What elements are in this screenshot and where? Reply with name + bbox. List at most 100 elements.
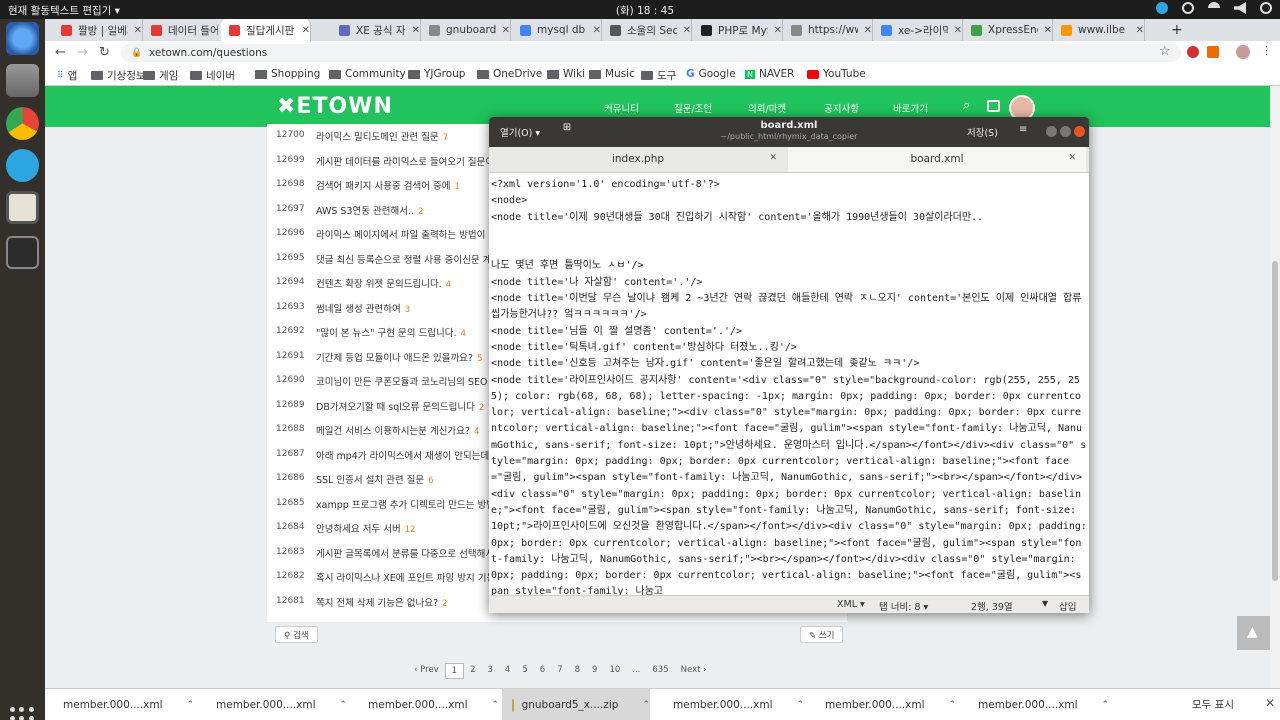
bookmark-13[interactable]: YouTube	[807, 68, 866, 80]
terminal-icon[interactable]	[6, 236, 39, 269]
tab-close-icon[interactable]: ✕	[502, 25, 510, 36]
bookmark-5[interactable]: Community	[329, 68, 406, 80]
row-title[interactable]: 코미님이 만든 쿠폰모듈과 코노리님의 SEO P	[316, 374, 496, 388]
browser-tab[interactable]: PHP로 MySQL ✕	[693, 19, 783, 41]
row-title[interactable]: 댓글 최신 등록순으로 정렬 사용 중이신문 계신	[316, 252, 500, 266]
bookmark-0[interactable]: ⠿ 앱	[57, 68, 77, 83]
tab-board-xml[interactable]: board.xml ✕	[788, 147, 1086, 172]
bookmark-12[interactable]: N NAVER	[745, 68, 794, 80]
row-title[interactable]: 아래 mp4가 라이믹스에서 재생이 안되는데 이	[316, 448, 501, 462]
page-link[interactable]: 10	[603, 663, 626, 679]
download-item[interactable]: member.000....xml ⌃	[350, 689, 499, 720]
text-editor-icon[interactable]	[6, 191, 39, 224]
back-icon[interactable]: ←	[55, 45, 66, 60]
chrome-icon[interactable]	[6, 107, 39, 140]
page-link[interactable]: 6	[534, 663, 551, 679]
scroll-top-button[interactable]: ▲	[1237, 616, 1270, 650]
nav-market[interactable]: 의뢰/마켓	[748, 101, 786, 115]
page-link[interactable]: 1	[444, 663, 465, 679]
thunderbird-icon[interactable]	[6, 22, 39, 55]
nav-notice[interactable]: 공지사항	[824, 101, 859, 115]
tab-index-php[interactable]: index.php ✕	[489, 147, 787, 172]
page-scrollbar[interactable]	[1270, 86, 1280, 688]
menu-dots-icon[interactable]: ⋮	[1261, 44, 1272, 57]
files-icon[interactable]	[6, 64, 39, 97]
bookmark-4[interactable]: Shopping	[255, 68, 320, 80]
tab-close-icon[interactable]: ✕	[683, 25, 691, 36]
nav-shortcut[interactable]: 바로가기	[893, 101, 928, 115]
hamburger-menu-icon[interactable]: ≡	[1019, 124, 1027, 135]
clock[interactable]: (화) 18 : 45	[600, 3, 690, 18]
address-bar[interactable]: 🔒 xetown.com/questions	[121, 44, 1181, 62]
language-selector[interactable]: XML ▾	[837, 599, 865, 610]
row-title[interactable]: 게시판 글목록에서 분류를 다중으로 선택해서	[316, 546, 494, 560]
scrollbar-thumb[interactable]	[1272, 261, 1278, 581]
bookmark-8[interactable]: Wiki	[547, 68, 585, 80]
tab-close-icon[interactable]: ✕	[593, 25, 601, 36]
browser-tab[interactable]: XpressEngine ✕	[963, 19, 1053, 41]
chevron-up-icon[interactable]: ⌃	[339, 700, 347, 710]
telegram-dock-icon[interactable]	[6, 149, 39, 182]
profile-avatar[interactable]	[1236, 45, 1250, 59]
tab-close-icon[interactable]: ✕	[134, 25, 142, 36]
row-title[interactable]: 쪽지 전체 삭제 기능은 없나요? 2	[316, 595, 447, 609]
tab-close-icon[interactable]: ✕	[1136, 25, 1144, 36]
close-icon[interactable]	[1074, 126, 1085, 137]
row-title[interactable]: 혹시 라이믹스나 XE에 포인트 파밍 방지 기능	[316, 570, 495, 584]
bookmark-6[interactable]: YJGroup	[408, 68, 465, 80]
page-link[interactable]: 8	[569, 663, 586, 679]
download-item[interactable]: member.000....xml ⌃	[198, 689, 347, 720]
browser-tab[interactable]: https://ww ✕	[783, 19, 873, 41]
chevron-up-icon[interactable]: ⌃	[491, 700, 499, 710]
bookmark-1[interactable]: 기상정보	[91, 68, 146, 83]
row-title[interactable]: 라이믹스 밀티도메인 관련 질문 7	[316, 129, 448, 143]
download-item[interactable]: member.000....xml ⌃	[655, 689, 804, 720]
calendar-icon[interactable]	[987, 100, 1000, 112]
code-editor[interactable]: <?xml version='1.0' encoding='utf-8'?> <…	[491, 177, 1087, 595]
search-button[interactable]: ⚲ 검색	[275, 626, 318, 643]
browser-tab[interactable]: 짤방 | 일베저장소 ✕	[53, 19, 143, 41]
show-all-downloads-button[interactable]: 모두 표시	[1192, 697, 1234, 712]
bookmark-7[interactable]: OneDrive	[477, 68, 542, 80]
chevron-up-icon[interactable]: ⌃	[642, 700, 650, 710]
write-button[interactable]: ✎ 쓰기	[800, 626, 844, 643]
wifi-icon[interactable]	[1208, 2, 1220, 14]
new-tab-icon[interactable]: +	[1163, 19, 1183, 41]
row-title[interactable]: DB가져오기할 때 sql오류 문의드립니다 2	[316, 399, 484, 413]
browser-tab[interactable]: 질답게시판 ✕	[221, 19, 311, 41]
browser-tab[interactable]: xe->라이믹스 ✕	[873, 19, 963, 41]
extension-icon[interactable]	[1187, 46, 1199, 58]
browser-tab[interactable]: 소울의 Sec ✕	[602, 19, 692, 41]
row-title[interactable]: 안녕하세요 저두 서버 12	[316, 521, 416, 535]
page-link[interactable]: 2	[464, 663, 481, 679]
download-item[interactable]: member.000....xml ⌃	[807, 689, 956, 720]
minimize-icon[interactable]	[1046, 126, 1057, 137]
site-logo[interactable]: ✖ETOWN	[277, 94, 393, 119]
row-title[interactable]: 게시판 데이터를 라이믹스로 들여오기 질문이	[316, 154, 494, 168]
page-link[interactable]: 635	[646, 663, 674, 679]
cursor-position[interactable]: 2행, 39열	[971, 599, 1013, 613]
browser-tab[interactable]: mysql db ✕	[512, 19, 602, 41]
chevron-down-icon[interactable]: ▼	[1042, 599, 1048, 608]
close-download-bar-icon[interactable]: ✕	[1265, 696, 1275, 710]
nav-community[interactable]: 커뮤니티	[604, 101, 639, 115]
browser-tab[interactable]: XE 공식 자료실 ✕	[331, 19, 421, 41]
row-title[interactable]: SSL 인증서 설치 관련 질문 6	[316, 472, 434, 486]
telegram-icon[interactable]	[1156, 2, 1168, 14]
nav-qna[interactable]: 질문/조언	[674, 101, 712, 115]
show-apps-icon[interactable]	[10, 707, 34, 720]
page-link[interactable]: 9	[586, 663, 603, 679]
browser-tab[interactable]: 데이터 들어오기✕	[143, 19, 233, 41]
row-title[interactable]: 라이믹스 페이지에서 파일 출력하는 방법이 있	[316, 227, 497, 241]
tab-width-selector[interactable]: 탭 너비: 8 ▾	[879, 599, 928, 613]
extension-xe-icon[interactable]	[1207, 46, 1219, 58]
download-item[interactable]: member.000....xml ⌃	[960, 689, 1109, 720]
bookmark-star-icon[interactable]: ☆	[1159, 44, 1171, 59]
system-tray[interactable]	[1156, 2, 1272, 14]
row-title[interactable]: 기간제 등업 모듈이나 애드온 있을까요? 5	[316, 350, 482, 364]
tab-close-icon[interactable]: ✕	[1068, 153, 1076, 163]
sync-icon[interactable]	[1182, 2, 1194, 14]
activities-button[interactable]: 현재 활동	[8, 3, 50, 18]
new-tab-icon[interactable]: ⊞	[557, 122, 577, 142]
bookmark-9[interactable]: Music	[589, 68, 635, 80]
